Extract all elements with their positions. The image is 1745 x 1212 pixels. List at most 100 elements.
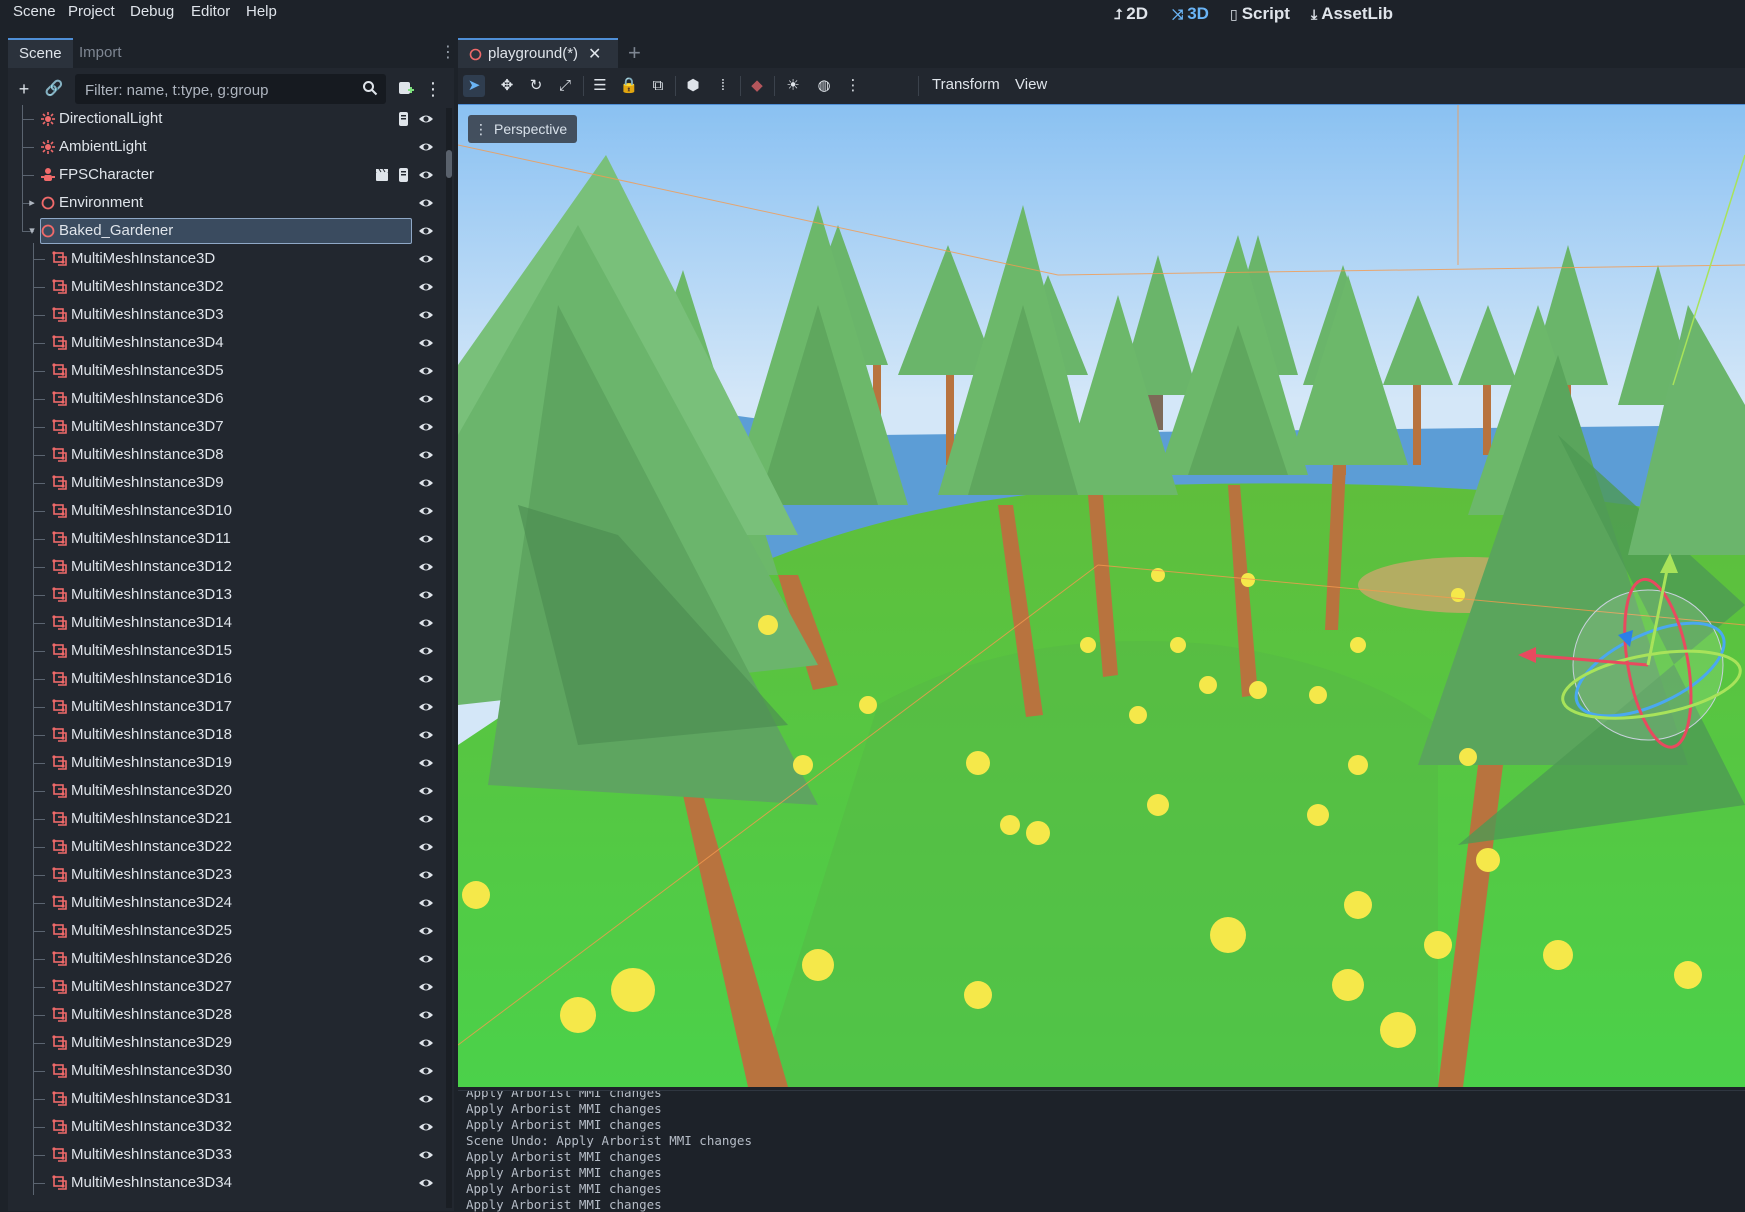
tree-node-multimesh[interactable]: MultiMeshInstance3D27 <box>8 973 440 1001</box>
tree-node-multimesh[interactable]: MultiMeshInstance3D26 <box>8 945 440 973</box>
rotate-mode-icon[interactable]: ↻ <box>525 75 547 97</box>
visibility-eye-icon[interactable] <box>418 980 434 994</box>
visibility-eye-icon[interactable] <box>418 1064 434 1078</box>
move-mode-icon[interactable]: ✥ <box>496 75 518 97</box>
output-log[interactable]: Apply Arborist MMI changes Apply Arboris… <box>458 1090 1745 1212</box>
tree-node-multimesh[interactable]: MultiMeshInstance3D29 <box>8 1029 440 1057</box>
tree-node-multimesh[interactable]: MultiMeshInstance3D16 <box>8 665 440 693</box>
tree-node-multimesh[interactable]: MultiMeshInstance3D4 <box>8 329 440 357</box>
local-space-icon[interactable]: ⬢ <box>682 75 704 97</box>
3d-viewport[interactable]: ⋮ Perspective <box>458 104 1745 1087</box>
tree-node-ambientlight[interactable]: AmbientLight <box>8 133 440 161</box>
close-icon[interactable]: ✕ <box>588 44 601 64</box>
workspace-3d-button[interactable]: ⤨ 3D <box>1172 4 1209 24</box>
tree-node-multimesh[interactable]: MultiMeshInstance3D34 <box>8 1169 440 1197</box>
group-icon[interactable]: ⧉ <box>647 75 669 97</box>
visibility-eye-icon[interactable] <box>418 756 434 770</box>
menu-debug[interactable]: Debug <box>130 3 174 20</box>
tree-node-fpscharacter[interactable]: FPSCharacter <box>8 161 440 189</box>
visibility-eye-icon[interactable] <box>418 392 434 406</box>
tree-node-multimesh[interactable]: MultiMeshInstance3D8 <box>8 441 440 469</box>
menu-view[interactable]: View <box>1015 76 1047 93</box>
visibility-eye-icon[interactable] <box>418 672 434 686</box>
tree-scrollbar[interactable] <box>446 108 452 1208</box>
visibility-eye-icon[interactable] <box>418 588 434 602</box>
tree-node-multimesh[interactable]: MultiMeshInstance3D24 <box>8 889 440 917</box>
tree-node-multimesh[interactable]: MultiMeshInstance3D33 <box>8 1141 440 1169</box>
tree-node-multimesh[interactable]: MultiMeshInstance3D19 <box>8 749 440 777</box>
tree-node-multimesh[interactable]: MultiMeshInstance3D7 <box>8 413 440 441</box>
search-icon[interactable] <box>362 80 378 96</box>
visibility-eye-icon[interactable] <box>418 336 434 350</box>
visibility-eye-icon[interactable] <box>418 504 434 518</box>
tree-node-multimesh[interactable]: MultiMeshInstance3D22 <box>8 833 440 861</box>
tree-node-multimesh[interactable]: MultiMeshInstance3D28 <box>8 1001 440 1029</box>
filter-input[interactable] <box>83 74 347 106</box>
more-options-icon[interactable]: ⋮ <box>422 78 444 100</box>
visibility-eye-icon[interactable] <box>418 196 434 210</box>
workspace-assetlib-button[interactable]: ⤓ AssetLib <box>1311 4 1393 24</box>
dock-menu-icon[interactable]: ⋮ <box>440 42 456 62</box>
add-tab-icon[interactable]: + <box>628 40 641 66</box>
visibility-eye-icon[interactable] <box>418 308 434 322</box>
tree-node-multimesh[interactable]: MultiMeshInstance3D31 <box>8 1085 440 1113</box>
visibility-eye-icon[interactable] <box>418 1148 434 1162</box>
collapse-arrow-icon[interactable]: ▾ <box>26 223 38 239</box>
visibility-eye-icon[interactable] <box>418 868 434 882</box>
visibility-eye-icon[interactable] <box>418 784 434 798</box>
visibility-eye-icon[interactable] <box>418 616 434 630</box>
visibility-eye-icon[interactable] <box>418 560 434 574</box>
sun-preview-icon[interactable]: ☀ <box>782 75 804 97</box>
workspace-2d-button[interactable]: ⮥ 2D <box>1114 4 1148 24</box>
visibility-eye-icon[interactable] <box>418 420 434 434</box>
menu-transform[interactable]: Transform <box>932 76 1000 93</box>
tree-node-multimesh[interactable]: MultiMeshInstance3D17 <box>8 693 440 721</box>
list-select-icon[interactable]: ☰ <box>589 75 611 97</box>
visibility-eye-icon[interactable] <box>418 140 434 154</box>
menu-help[interactable]: Help <box>246 3 277 20</box>
viewport-scene[interactable] <box>458 105 1745 1087</box>
visibility-eye-icon[interactable] <box>418 896 434 910</box>
attach-script-icon[interactable] <box>397 79 415 97</box>
tree-node-multimesh[interactable]: MultiMeshInstance3D20 <box>8 777 440 805</box>
menu-project[interactable]: Project <box>68 3 115 20</box>
tree-node-multimesh[interactable]: MultiMeshInstance3D3 <box>8 301 440 329</box>
visibility-eye-icon[interactable] <box>418 112 434 126</box>
script-icon[interactable] <box>396 167 412 183</box>
select-mode-icon[interactable]: ➤ <box>463 75 485 97</box>
perspective-menu-button[interactable]: ⋮ Perspective <box>468 115 578 143</box>
lock-icon[interactable]: 🔒 <box>618 75 640 97</box>
tree-node-multimesh[interactable]: MultiMeshInstance3D25 <box>8 917 440 945</box>
menu-editor[interactable]: Editor <box>191 3 230 20</box>
visibility-eye-icon[interactable] <box>418 224 434 238</box>
visibility-eye-icon[interactable] <box>418 168 434 182</box>
scene-tab-playground[interactable]: playground(*) ✕ <box>458 38 618 68</box>
tree-node-multimesh[interactable]: MultiMeshInstance3D23 <box>8 861 440 889</box>
visibility-eye-icon[interactable] <box>418 924 434 938</box>
tree-node-multimesh[interactable]: MultiMeshInstance3D11 <box>8 525 440 553</box>
visibility-eye-icon[interactable] <box>418 644 434 658</box>
visibility-eye-icon[interactable] <box>418 448 434 462</box>
scale-mode-icon[interactable]: ⤢ <box>554 75 576 97</box>
tree-node-baked-gardener[interactable]: ▾ Baked_Gardener <box>8 217 440 245</box>
snap-icon[interactable]: ⁞ <box>712 75 734 97</box>
clapboard-icon[interactable] <box>374 167 390 183</box>
environment-preview-icon[interactable]: ◍ <box>813 75 835 97</box>
tree-node-multimesh[interactable]: MultiMeshInstance3D5 <box>8 357 440 385</box>
tree-node-multimesh[interactable]: MultiMeshInstance3D30 <box>8 1057 440 1085</box>
visibility-eye-icon[interactable] <box>418 1176 434 1190</box>
visibility-eye-icon[interactable] <box>418 812 434 826</box>
tree-node-multimesh[interactable]: MultiMeshInstance3D32 <box>8 1113 440 1141</box>
visibility-eye-icon[interactable] <box>418 1120 434 1134</box>
camera-icon[interactable]: ◆ <box>746 75 768 97</box>
tree-node-multimesh[interactable]: MultiMeshInstance3D <box>8 245 440 273</box>
tree-node-environment[interactable]: ▸ Environment <box>8 189 440 217</box>
tree-node-multimesh[interactable]: MultiMeshInstance3D6 <box>8 385 440 413</box>
script-icon[interactable] <box>396 111 412 127</box>
visibility-eye-icon[interactable] <box>418 1036 434 1050</box>
tree-scrollbar-thumb[interactable] <box>446 150 452 178</box>
tree-node-multimesh[interactable]: MultiMeshInstance3D15 <box>8 637 440 665</box>
more-options-icon[interactable]: ⋮ <box>842 75 864 97</box>
visibility-eye-icon[interactable] <box>418 532 434 546</box>
workspace-script-button[interactable]: ▯ Script <box>1230 4 1290 24</box>
